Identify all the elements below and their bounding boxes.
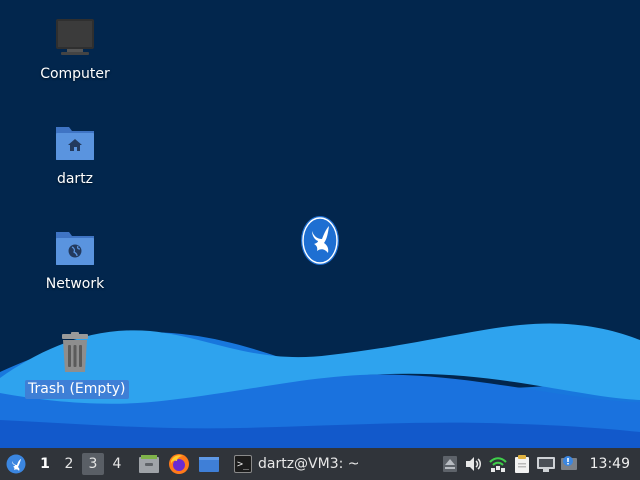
desktop[interactable]: Computer dartz Network Trash (Empty) (0, 0, 640, 448)
network-wifi-icon (488, 457, 507, 472)
taskbar-window-label: dartz@VM3: ~ (258, 456, 360, 472)
wired-network-button[interactable] (534, 448, 558, 480)
show-desktop-button[interactable] (194, 448, 224, 480)
network-folder-icon (53, 227, 97, 269)
file-manager-icon (139, 455, 159, 473)
taskbar-window-terminal[interactable]: >_ dartz@VM3: ~ (230, 448, 364, 480)
show-desktop-icon (199, 457, 219, 472)
clock[interactable]: 13:49 (582, 456, 640, 472)
clipboard-icon (514, 455, 529, 473)
desktop-icon-computer[interactable]: Computer (25, 17, 125, 84)
desktop-icon-home[interactable]: dartz (25, 122, 125, 189)
workspace-4[interactable]: 4 (106, 453, 128, 475)
desktop-icon-label: dartz (56, 171, 94, 187)
eject-button[interactable] (438, 448, 462, 480)
clipboard-button[interactable] (510, 448, 534, 480)
network-manager-button[interactable] (486, 448, 510, 480)
notification-icon (560, 456, 577, 470)
volume-button[interactable] (462, 448, 486, 480)
linux-lite-logo (300, 215, 340, 266)
firefox-icon (169, 454, 189, 474)
desktop-icon-label: Network (45, 276, 105, 292)
workspace-2[interactable]: 2 (58, 453, 80, 475)
taskbar-panel: 1 2 3 4 >_ dartz@VM3: ~ 13:49 (0, 448, 640, 480)
eject-icon (442, 456, 457, 472)
volume-icon (465, 457, 481, 471)
home-folder-icon (53, 122, 97, 164)
file-manager-launcher[interactable] (134, 448, 164, 480)
workspace-1[interactable]: 1 (34, 453, 56, 475)
workspace-switcher: 1 2 3 4 (32, 448, 130, 480)
trash-icon (53, 332, 97, 374)
terminal-icon: >_ (234, 455, 252, 473)
wired-network-icon (536, 457, 555, 472)
firefox-launcher[interactable] (164, 448, 194, 480)
workspace-3[interactable]: 3 (82, 453, 104, 475)
desktop-icon-trash[interactable]: Trash (Empty) (25, 332, 129, 399)
notifications-button[interactable] (558, 448, 582, 480)
desktop-icon-label: Computer (40, 66, 110, 82)
whisker-menu-button[interactable] (0, 448, 32, 480)
desktop-icon-label: Trash (Empty) (25, 380, 129, 399)
computer-icon (53, 17, 97, 59)
menu-logo-icon (6, 454, 26, 474)
desktop-icon-network[interactable]: Network (25, 227, 125, 294)
